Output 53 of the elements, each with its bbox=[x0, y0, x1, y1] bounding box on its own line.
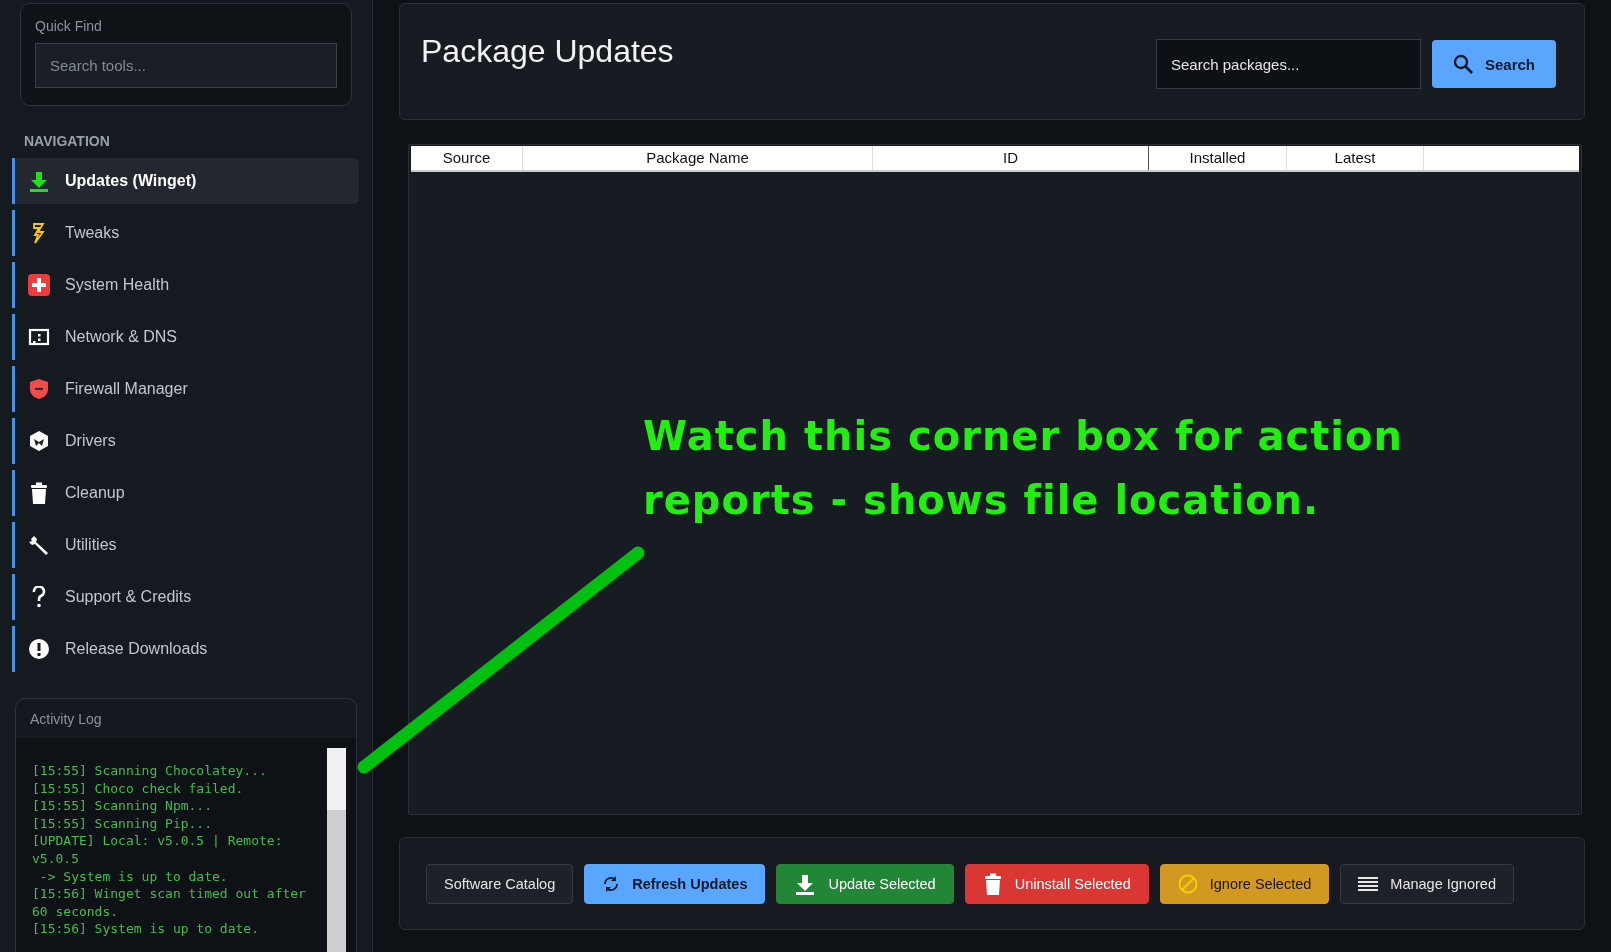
activity-log-title: Activity Log bbox=[29, 710, 103, 729]
column-header[interactable]: Package Name bbox=[523, 146, 873, 170]
scrollbar[interactable] bbox=[326, 748, 346, 952]
nav-item[interactable]: Firewall Manager bbox=[12, 366, 359, 412]
quick-find-label: Quick Find bbox=[35, 18, 103, 34]
annotation-text: Watch this corner box for action reports - shows file location. bbox=[643, 412, 1404, 525]
download-icon bbox=[28, 170, 50, 192]
nav-item[interactable]: Support & Credits bbox=[12, 574, 359, 620]
search-icon bbox=[1452, 54, 1473, 74]
search-tools-field[interactable]: Search tools... bbox=[35, 43, 337, 88]
trash-icon bbox=[982, 872, 1003, 895]
question-mark-icon bbox=[31, 586, 47, 608]
nav-item[interactable]: System Health bbox=[12, 262, 359, 308]
log-line: [15:56] System is up to date. bbox=[32, 920, 260, 938]
download-icon bbox=[794, 872, 817, 895]
log-line: -> System is up to date. bbox=[38, 867, 229, 886]
prohibited-icon bbox=[1177, 873, 1198, 894]
nav-item[interactable]: Tweaks bbox=[12, 210, 359, 256]
network-icon bbox=[28, 326, 50, 348]
nav-item[interactable]: Utilities bbox=[12, 522, 359, 568]
nav-item[interactable]: Cleanup bbox=[12, 470, 359, 516]
hexagon-icon bbox=[28, 430, 50, 452]
action-button[interactable]: Uninstall Selected bbox=[964, 863, 1149, 904]
column-header[interactable]: Latest bbox=[1287, 146, 1424, 170]
log-line: [15:55] Scanning Pip... bbox=[32, 814, 213, 833]
log-line: [15:56] Winget scan timed out after 60 seconds. bbox=[32, 885, 307, 921]
nav-item[interactable]: Release Downloads bbox=[12, 626, 359, 672]
refresh-icon bbox=[602, 874, 621, 893]
nav-item[interactable]: Updates (Winget) bbox=[12, 158, 359, 204]
search-button[interactable]: Search bbox=[1432, 40, 1556, 88]
list-icon bbox=[1358, 875, 1379, 892]
search-packages-field[interactable]: Search packages... bbox=[1156, 39, 1421, 89]
navigation-heading: NAVIGATION bbox=[24, 133, 111, 149]
nav-item[interactable]: Drivers bbox=[12, 418, 359, 464]
action-button[interactable]: Refresh Updates bbox=[584, 863, 766, 904]
log-line: [15:55] Scanning Chocolatey... bbox=[32, 762, 268, 780]
wrench-icon bbox=[28, 534, 50, 556]
action-button[interactable]: Update Selected bbox=[776, 863, 954, 904]
column-header[interactable]: Installed bbox=[1149, 146, 1287, 170]
medical-cross-icon bbox=[28, 274, 50, 296]
column-header[interactable]: ID bbox=[873, 146, 1149, 170]
action-button[interactable]: Software Catalog bbox=[426, 863, 574, 904]
log-line: [15:55] Scanning Npm... bbox=[32, 797, 213, 815]
shield-icon bbox=[28, 378, 50, 400]
nav-item[interactable]: Network & DNS bbox=[12, 314, 359, 360]
log-line: [15:55] Choco check failed. bbox=[32, 779, 245, 798]
log-line: [UPDATE] Local: v5.0.5 | Remote: v5.0.5 bbox=[32, 832, 284, 868]
column-header[interactable]: Source bbox=[411, 146, 523, 170]
trash-icon bbox=[29, 482, 49, 504]
action-button[interactable]: Manage Ignored bbox=[1340, 863, 1514, 904]
action-button[interactable]: Ignore Selected bbox=[1159, 863, 1330, 904]
exclamation-icon bbox=[28, 638, 50, 660]
page-title: Package Updates bbox=[421, 32, 675, 70]
